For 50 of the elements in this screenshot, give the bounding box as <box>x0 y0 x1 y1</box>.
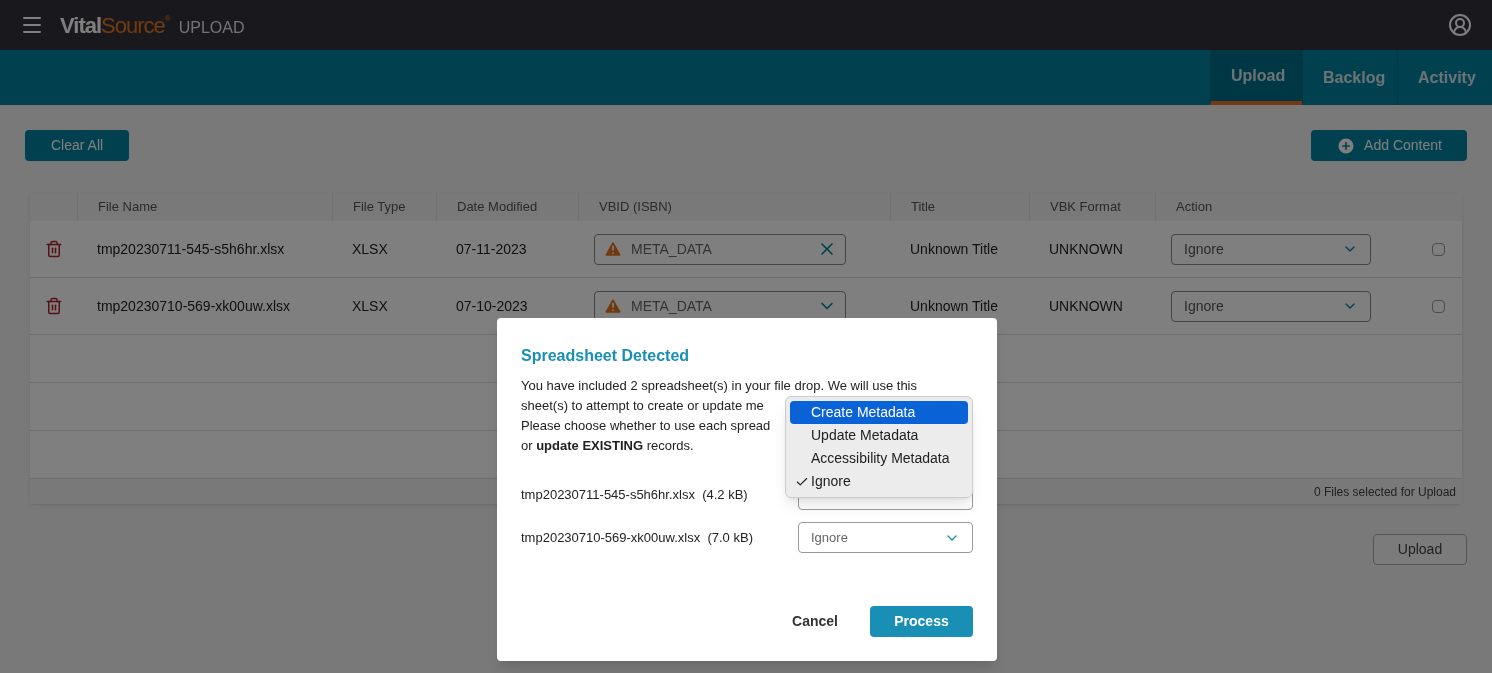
menu-option[interactable]: Ignore <box>790 470 968 493</box>
column-header: Date Modified <box>457 198 538 217</box>
trash-icon[interactable] <box>44 297 63 315</box>
table-cell: XLSX <box>352 240 388 257</box>
action-select[interactable]: Ignore <box>1171 233 1371 265</box>
brand-logo: VitalSource® UPLOAD <box>60 11 245 40</box>
column-header: File Name <box>98 198 158 217</box>
column-header: VBK Format <box>1050 198 1121 217</box>
nav-tab[interactable]: Upload <box>1210 50 1302 105</box>
trash-icon[interactable] <box>44 240 63 258</box>
action-select[interactable]: Ignore <box>1171 290 1371 322</box>
table-cell: Unknown Title <box>910 297 998 314</box>
user-icon[interactable] <box>1448 13 1472 37</box>
nav-tab[interactable]: Backlog <box>1302 50 1397 105</box>
menu-option[interactable]: Update Metadata <box>790 424 968 447</box>
add-content-button[interactable]: Add Content <box>1311 130 1467 161</box>
column-header: Action <box>1176 198 1213 217</box>
table-cell: tmp20230711-545-s5h6hr.xlsx <box>97 240 285 257</box>
plus-icon <box>1336 135 1357 156</box>
file-label: tmp20230711-545-s5h6hr.xlsx (4.2 kB) <box>521 485 748 504</box>
row-checkbox[interactable] <box>1432 242 1445 256</box>
cancel-button[interactable]: Cancel <box>792 611 838 632</box>
file-label: tmp20230710-569-xk00uw.xlsx (7.0 kB) <box>521 528 753 547</box>
dialog-title: Spreadsheet Detected <box>521 346 691 366</box>
dialog-message-line: sheet(s) to attempt to create or update me <box>521 398 764 413</box>
menu-option[interactable]: Accessibility Metadata <box>790 447 968 470</box>
warning-icon <box>603 296 623 316</box>
warning-icon <box>603 239 623 259</box>
type-select[interactable]: Ignore <box>798 522 973 553</box>
dialog-message-line: Please choose whether to use each spread <box>521 418 771 433</box>
dialog-message-line: You have included 2 spreadsheet(s) in your file drop. We will use this <box>521 378 917 393</box>
row-checkbox[interactable] <box>1432 299 1445 313</box>
table-cell: XLSX <box>352 297 388 314</box>
dialog-message-line: or update EXISTING records. <box>521 438 694 453</box>
menu-option[interactable]: Create Metadata <box>790 401 968 424</box>
process-button[interactable]: Process <box>870 606 973 637</box>
table-cell: Unknown Title <box>910 240 998 257</box>
selection-count: 0 Files selected for Upload <box>1313 483 1456 501</box>
table-cell: 07-10-2023 <box>456 297 528 314</box>
column-header: Title <box>911 198 936 217</box>
clear-all-button[interactable]: Clear All <box>25 130 130 161</box>
upload-button[interactable]: Upload <box>1373 534 1467 565</box>
vbid-field[interactable]: META_DATA <box>594 233 846 265</box>
table-cell: 07-11-2023 <box>456 240 527 257</box>
table-cell: UNKNOWN <box>1049 297 1123 314</box>
nav-tab[interactable]: Activity <box>1397 50 1492 105</box>
column-header: File Type <box>353 198 406 217</box>
table-cell: tmp20230710-569-xk00uw.xlsx <box>97 297 290 314</box>
table-cell: UNKNOWN <box>1049 240 1123 257</box>
column-header: VBID (ISBN) <box>599 198 672 217</box>
